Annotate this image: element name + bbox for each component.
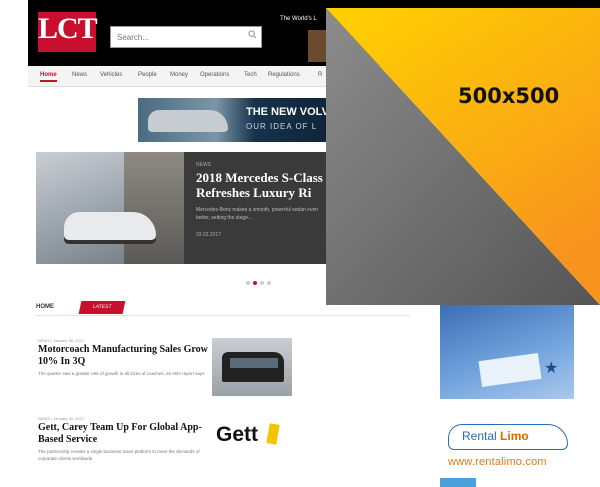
- article-item[interactable]: NEWS | January 30, 2017 Motorcoach Manuf…: [38, 338, 208, 377]
- hero-slider[interactable]: NEWS 2018 Mercedes S-Class Refreshes Lux…: [36, 152, 336, 264]
- article-item[interactable]: NEWS | January 30, 2017 Gett, Carey Team…: [38, 416, 208, 462]
- slider-dots: [246, 272, 274, 285]
- volvo-banner-ad[interactable]: THE NEW VOLVO OUR IDEA OF L: [138, 98, 333, 142]
- hero-text-panel: NEWS 2018 Mercedes S-Class Refreshes Lux…: [184, 152, 336, 264]
- sidebar-ad-bus-operators[interactable]: BUS OPERATORS ★: [440, 283, 574, 399]
- nav-item-home[interactable]: Home: [40, 72, 57, 82]
- banner-headline: THE NEW VOLVO: [246, 106, 333, 118]
- nav-item-operations[interactable]: Operations: [200, 72, 229, 78]
- taxi-icon: [266, 423, 280, 445]
- hero-car: [64, 212, 156, 240]
- hero-summary: Mercedes-Benz makes a smooth, powerful s…: [196, 207, 319, 221]
- article-title[interactable]: Gett, Carey Team Up For Global App-Based…: [38, 422, 208, 446]
- rental-limo-name: Rental Limo: [462, 429, 529, 443]
- rental-limo-url[interactable]: www.rentalimo.com: [448, 456, 547, 468]
- site-logo[interactable]: LCT: [38, 12, 98, 52]
- nav-item-more[interactable]: R: [318, 72, 322, 78]
- slider-dot[interactable]: [267, 281, 271, 285]
- slider-dot-active[interactable]: [253, 281, 257, 285]
- hero-image[interactable]: [36, 152, 184, 264]
- banner-car-image: [148, 110, 228, 132]
- nav-item-tech[interactable]: Tech: [244, 72, 257, 78]
- nav-item-regulations[interactable]: Regulations: [268, 72, 300, 78]
- site-header: LCT The World's L: [28, 0, 600, 66]
- nav-item-money[interactable]: Money: [170, 72, 188, 78]
- size-label: 500x500: [458, 84, 560, 108]
- nav-item-people[interactable]: People: [138, 72, 157, 78]
- gett-logo[interactable]: Gett: [216, 423, 258, 447]
- sidebar-ad-partial[interactable]: [440, 478, 476, 487]
- ad-heading: BUS OPERATORS: [450, 289, 494, 295]
- hero-date: 03.02.2017: [196, 232, 222, 238]
- magazine-cover-image[interactable]: [308, 30, 336, 62]
- tab-latest[interactable]: LATEST: [78, 301, 126, 314]
- banner-subline: OUR IDEA OF L: [246, 122, 318, 131]
- nav-item-news[interactable]: News: [72, 72, 87, 78]
- article-summary: The partnership creates a single busines…: [38, 449, 200, 461]
- article-summary: The quarter saw a greater rate of growth…: [38, 371, 206, 376]
- hero-title[interactable]: 2018 Mercedes S-Class Refreshes Luxury R…: [196, 170, 376, 200]
- search-input[interactable]: [111, 28, 237, 47]
- slider-dot[interactable]: [246, 281, 250, 285]
- search-icon[interactable]: [248, 30, 257, 39]
- slider-dot[interactable]: [260, 281, 264, 285]
- bus-windows: [230, 358, 278, 368]
- star-icon: ★: [544, 360, 559, 377]
- hero-building: [124, 152, 184, 264]
- web-page-screenshot: LCT The World's L Home News Vehicles Peo…: [28, 0, 600, 487]
- sidebar-ad-rental-limo[interactable]: Rental Limo www.rentalimo.com: [440, 418, 574, 476]
- article-title[interactable]: Motorcoach Manufacturing Sales Grow 10% …: [38, 344, 208, 368]
- content-tabs: HOME LATEST: [36, 301, 410, 316]
- ad-card-image: [478, 352, 542, 388]
- search-box[interactable]: [110, 26, 262, 48]
- tab-home[interactable]: HOME: [36, 304, 54, 310]
- hero-kicker: NEWS: [196, 162, 211, 168]
- article-thumbnail-bus[interactable]: [212, 338, 292, 396]
- nav-item-vehicles[interactable]: Vehicles: [100, 72, 122, 78]
- header-tagline: The World's L: [280, 16, 317, 22]
